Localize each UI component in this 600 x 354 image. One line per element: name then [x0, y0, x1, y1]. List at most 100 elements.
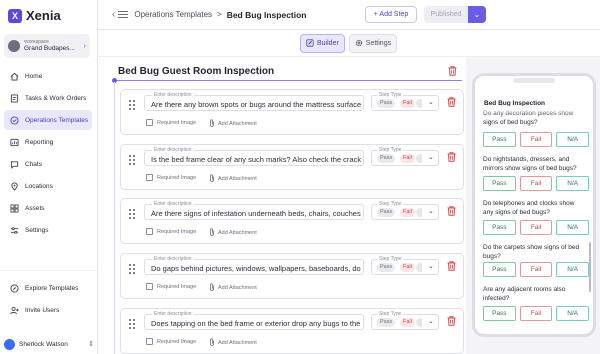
tab-label: Builder [317, 40, 339, 47]
sidebar-item-explore-templates[interactable]: Explore Templates [4, 278, 92, 298]
preview-pass-button[interactable]: Pass [483, 306, 516, 321]
title-underline [113, 80, 462, 81]
add-step-button[interactable]: + Add Step [365, 6, 417, 23]
preview-na-button[interactable]: N/A [556, 132, 590, 147]
preview-fade [475, 106, 593, 116]
preview-fail-button[interactable]: Fail [519, 132, 553, 147]
add-attachment-link[interactable]: Add Attachment [209, 228, 257, 238]
add-attachment-label: Add Attachment [218, 230, 257, 236]
preview-na-button[interactable]: N/A [556, 220, 590, 235]
published-button[interactable]: Published [424, 6, 468, 23]
breadcrumb-parent[interactable]: Operations Templates [134, 10, 212, 19]
sidebar-item-reporting[interactable]: Reporting [4, 132, 92, 152]
sidebar-item-invite-users[interactable]: Invite Users [4, 300, 92, 320]
step-description-text: Is the bed frame clear of any such marks… [151, 154, 361, 164]
preview-fail-button[interactable]: Fail [519, 262, 553, 277]
step-type-select[interactable]: Step Type Pass Fail ⌄ [371, 147, 439, 166]
sidebar-bottom-nav: Explore Templates Invite Users [4, 278, 92, 322]
back-chevron-icon[interactable]: ‹ [112, 9, 115, 20]
step-description-input[interactable]: Enter description Do gaps behind pictures… [144, 256, 364, 275]
step-card[interactable]: Enter description Are there signs of infe… [120, 198, 464, 244]
add-attachment-link[interactable]: Add Attachment [209, 338, 257, 348]
step-card[interactable]: Enter description Does tapping on the bed… [120, 308, 464, 354]
chevron-updown-icon: ⇕ [88, 341, 94, 348]
drag-handle-icon[interactable] [129, 155, 135, 165]
step-description-input[interactable]: Enter description Is the bed frame clear … [144, 147, 364, 166]
tab-settings[interactable]: Settings [348, 34, 398, 53]
paperclip-icon [209, 174, 215, 184]
delete-step-trash-icon[interactable] [447, 261, 456, 273]
step-card[interactable]: Enter description Are there any brown spo… [120, 89, 464, 135]
preview-pass-button[interactable]: Pass [483, 176, 516, 191]
required-image-checkbox[interactable]: Required Image [146, 119, 196, 126]
user-menu[interactable]: Sherlock Watson ⇕ [4, 336, 94, 352]
preview-pass-button[interactable]: Pass [483, 262, 516, 277]
paperclip-icon [209, 283, 215, 293]
add-attachment-link[interactable]: Add Attachment [209, 283, 257, 293]
sidebar-item-label: Explore Templates [25, 284, 79, 292]
required-image-label: Required Image [157, 338, 197, 345]
preview-fail-button[interactable]: Fail [519, 176, 553, 191]
sidebar-item-chats[interactable]: Chats [4, 154, 92, 174]
delete-template-trash-icon[interactable] [448, 66, 457, 78]
preview-fail-button[interactable]: Fail [519, 220, 553, 235]
preview-scrollbar[interactable] [589, 242, 591, 292]
sidebar-item-settings[interactable]: Settings [4, 220, 92, 240]
preview-pass-button[interactable]: Pass [483, 132, 516, 147]
logo[interactable]: X Xenia [8, 8, 61, 23]
delete-step-trash-icon[interactable] [447, 316, 456, 328]
sidebar-item-label: Assets [25, 204, 45, 212]
logo-text: Xenia [26, 8, 61, 23]
preview-na-button[interactable]: N/A [556, 262, 590, 277]
step-type-select[interactable]: Step Type Pass Fail ⌄ [371, 92, 439, 111]
user-name: Sherlock Watson [19, 340, 68, 348]
required-image-checkbox[interactable]: Required Image [146, 283, 196, 290]
add-attachment-link[interactable]: Add Attachment [209, 119, 257, 129]
step-description-text: Are there any brown spots or bugs around… [151, 99, 361, 109]
step-type-select[interactable]: Step Type Pass Fail ⌄ [371, 201, 439, 220]
preview-pass-button[interactable]: Pass [483, 220, 516, 235]
required-image-label: Required Image [157, 283, 197, 290]
delete-step-trash-icon[interactable] [447, 206, 456, 218]
delete-step-trash-icon[interactable] [447, 152, 456, 164]
menu-icon[interactable] [118, 11, 129, 18]
sidebar-item-home[interactable]: Home [4, 66, 92, 86]
sidebar-item-tasks[interactable]: Tasks & Work Orders [4, 88, 92, 108]
required-image-label: Required Image [157, 174, 197, 181]
step-type-select[interactable]: Step Type Pass Fail ⌄ [371, 311, 439, 330]
delete-step-trash-icon[interactable] [447, 97, 456, 109]
step-description-input[interactable]: Enter description Are there any brown spo… [144, 92, 364, 111]
required-image-checkbox[interactable]: Required Image [146, 174, 196, 181]
step-card[interactable]: Enter description Is the bed frame clear … [120, 144, 464, 190]
preview-na-button[interactable]: N/A [556, 176, 590, 191]
template-title[interactable]: Bed Bug Guest Room Inspection [118, 66, 274, 77]
preview-fail-button[interactable]: Fail [519, 306, 553, 321]
sidebar-item-label: Chats [25, 160, 42, 168]
tab-builder[interactable]: Builder [300, 34, 345, 53]
top-header: ‹ Operations Templates > Bed Bug Inspect… [98, 0, 600, 30]
step-type-select[interactable]: Step Type Pass Fail ⌄ [371, 256, 439, 275]
na-chip [416, 318, 422, 327]
drag-handle-icon[interactable] [129, 319, 135, 329]
step-description-input[interactable]: Enter description Does tapping on the bed… [144, 311, 364, 330]
sidebar-item-operations-templates[interactable]: Operations Templates [4, 110, 92, 130]
sidebar-item-locations[interactable]: Locations [4, 176, 92, 196]
preview-na-button[interactable]: N/A [556, 306, 590, 321]
sidebar-item-assets[interactable]: Assets [4, 198, 92, 218]
add-attachment-link[interactable]: Add Attachment [209, 174, 257, 184]
description-label: Enter description [152, 147, 194, 153]
pass-chip: Pass [377, 99, 396, 108]
drag-handle-icon[interactable] [129, 100, 135, 110]
builder-tabs: Builder Settings [300, 34, 398, 53]
required-image-checkbox[interactable]: Required Image [146, 338, 196, 345]
na-chip [416, 263, 422, 272]
drag-handle-icon[interactable] [129, 209, 135, 219]
assets-icon [9, 203, 19, 213]
publish-dropdown-button[interactable]: ⌄ [468, 6, 486, 23]
step-description-input[interactable]: Enter description Are there signs of infe… [144, 201, 364, 220]
workspace-switcher[interactable]: Workspace Grand Budapes... › [4, 34, 90, 58]
step-card[interactable]: Enter description Do gaps behind pictures… [120, 253, 464, 299]
required-image-checkbox[interactable]: Required Image [146, 228, 196, 235]
drag-handle-icon[interactable] [129, 264, 135, 274]
step-description-text: Does tapping on the bed frame or exterio… [151, 318, 361, 328]
